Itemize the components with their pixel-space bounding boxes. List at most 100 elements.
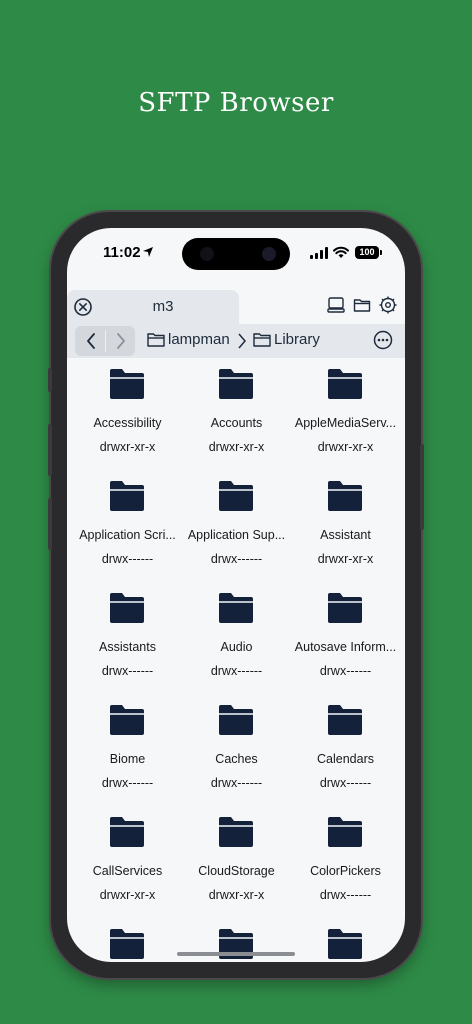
folder-item[interactable]: ColorPickers drwx------ [291,806,400,918]
folder-permissions: drwx------ [319,664,372,678]
close-tab-icon[interactable] [73,297,93,317]
settings-button[interactable] [379,296,397,314]
folder-item[interactable] [73,918,182,962]
folder-name: Audio [220,640,253,654]
folder-outline-icon [147,333,165,347]
phone-frame: 11:02 100 m3 lampman Library Accessibili… [48,212,424,978]
file-grid: Accessibility drwxr-xr-x Accounts drwxr-xr-… [73,358,399,962]
folder-icon [328,593,362,623]
folder-name: Accounts [210,416,263,430]
folder-item[interactable]: Assistant drwxr-xr-x [291,470,400,582]
folder-permissions: drwxr-xr-x [99,440,156,454]
tab-title: m3 [152,298,174,315]
folder-icon [219,593,253,623]
folder-icon [328,705,362,735]
folder-name: Accessibility [93,416,162,430]
tab-connection[interactable]: m3 [67,290,239,324]
folder-name: ColorPickers [310,864,381,878]
breadcrumb-label: Library [274,331,320,348]
folder-icon [110,929,144,959]
forward-chevron-icon[interactable] [115,332,127,350]
folder-icon [328,481,362,511]
folder-name: Caches [215,752,258,766]
home-indicator[interactable] [177,952,295,956]
folder-item[interactable]: Accounts drwxr-xr-x [182,358,291,470]
nav-divider [105,330,106,352]
status-bar: 11:02 100 [67,228,405,284]
folder-icon [110,817,144,847]
folder-item[interactable]: Biome drwx------ [73,694,182,806]
folder-permissions: drwx------ [210,776,263,790]
folder-item[interactable]: CloudStorage drwxr-xr-x [182,806,291,918]
breadcrumb-current[interactable]: Library [253,331,320,348]
open-folder-button[interactable] [353,296,371,314]
folder-name: Application Scri... [79,528,176,542]
folder-icon [219,705,253,735]
folder-item[interactable]: AppleMediaServ... drwxr-xr-x [291,358,400,470]
status-time: 11:02 [103,244,141,261]
toolbar [327,296,397,314]
folder-icon [110,593,144,623]
folder-name: Assistants [99,640,156,654]
folder-name: Autosave Inform... [294,640,397,654]
folder-icon [328,929,362,959]
location-arrow-icon [143,247,153,257]
folder-permissions: drwx------ [210,664,263,678]
folder-name: AppleMediaServ... [294,416,397,430]
folder-item[interactable]: Application Scri... drwx------ [73,470,182,582]
folder-permissions: drwx------ [319,776,372,790]
folder-icon [219,481,253,511]
folder-icon [219,369,253,399]
folder-icon [110,369,144,399]
folder-permissions: drwxr-xr-x [317,552,374,566]
folder-item[interactable]: Calendars drwx------ [291,694,400,806]
navigation-buttons [75,326,135,356]
folder-item[interactable]: Accessibility drwxr-xr-x [73,358,182,470]
folder-permissions: drwxr-xr-x [208,440,265,454]
action-button [48,368,52,392]
gear-icon [379,296,397,314]
folder-name: Biome [109,752,146,766]
power-button [420,444,424,530]
back-chevron-icon[interactable] [85,332,97,350]
sensor [200,247,214,261]
folder-item[interactable]: Assistants drwx------ [73,582,182,694]
path-bar: lampman Library [67,324,405,358]
folder-permissions: drwx------ [319,888,372,902]
volume-up-button [48,424,52,476]
promo-title: SFTP Browser [138,88,334,118]
folder-permissions: drwxr-xr-x [99,888,156,902]
breadcrumb-home[interactable]: lampman [147,331,230,348]
folder-name: CallServices [92,864,163,878]
folder-name: Application Sup... [187,528,286,542]
volume-down-button [48,498,52,550]
folder-permissions: drwx------ [101,552,154,566]
tab-bar: m3 [67,290,405,324]
folder-permissions: drwx------ [101,664,154,678]
folder-item[interactable]: Application Sup... drwx------ [182,470,291,582]
folder-icon [110,481,144,511]
folder-item[interactable]: Audio drwx------ [182,582,291,694]
wifi-icon [333,246,349,258]
cellular-signal-icon [310,247,328,259]
folder-name: CloudStorage [198,864,275,878]
folder-name: Assistant [320,528,371,542]
folder-item[interactable] [291,918,400,962]
folder-permissions: drwx------ [101,776,154,790]
battery-indicator: 100 [355,246,382,259]
folder-outline-icon [253,333,271,347]
more-options-icon[interactable] [373,330,393,350]
folder-icon [328,369,362,399]
front-camera [262,247,276,261]
dynamic-island [182,238,290,270]
breadcrumb-label: lampman [168,331,230,348]
folder-permissions: drwxr-xr-x [317,440,374,454]
folder-permissions: drwx------ [210,552,263,566]
folder-item[interactable]: Autosave Inform... drwx------ [291,582,400,694]
display-mode-button[interactable] [327,296,345,314]
storage-icon [327,297,345,313]
folder-item[interactable]: Caches drwx------ [182,694,291,806]
folder-icon [110,705,144,735]
folder-outline-icon [353,299,371,312]
folder-item[interactable]: CallServices drwxr-xr-x [73,806,182,918]
